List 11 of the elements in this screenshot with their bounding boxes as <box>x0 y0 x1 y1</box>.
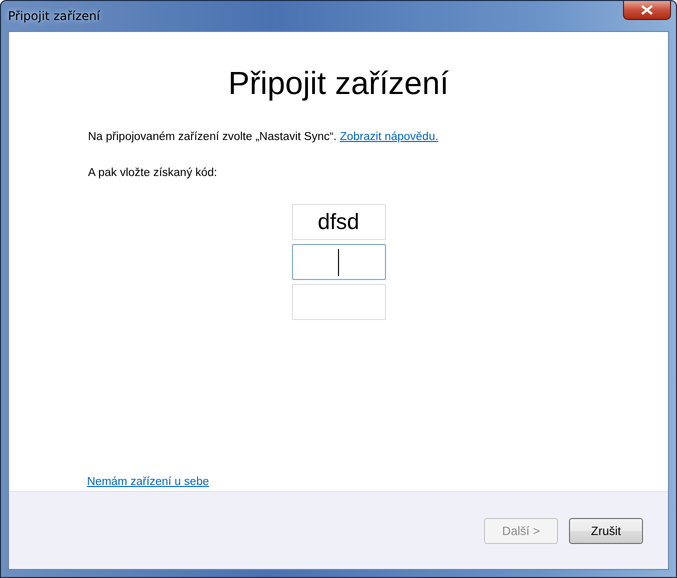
help-link[interactable]: Zobrazit nápovědu. <box>340 131 438 143</box>
instruction-text: Na připojovaném zařízení zvolte „Nastavit Sync“. <box>88 131 337 143</box>
close-icon <box>641 5 653 15</box>
close-button[interactable] <box>623 1 671 20</box>
code-field[interactable]: dfsd <box>292 204 386 240</box>
dialog-heading: Připojit zařízení <box>228 65 449 102</box>
no-device-link[interactable]: Nemám zařízení u sebe <box>87 476 210 488</box>
window-title: Připojit zařízení <box>8 9 100 23</box>
dialog-button[interactable]: Zrušit <box>569 518 643 544</box>
code-field[interactable] <box>292 244 386 280</box>
prompt-text: A pak vložte získaný kód: <box>88 167 218 179</box>
